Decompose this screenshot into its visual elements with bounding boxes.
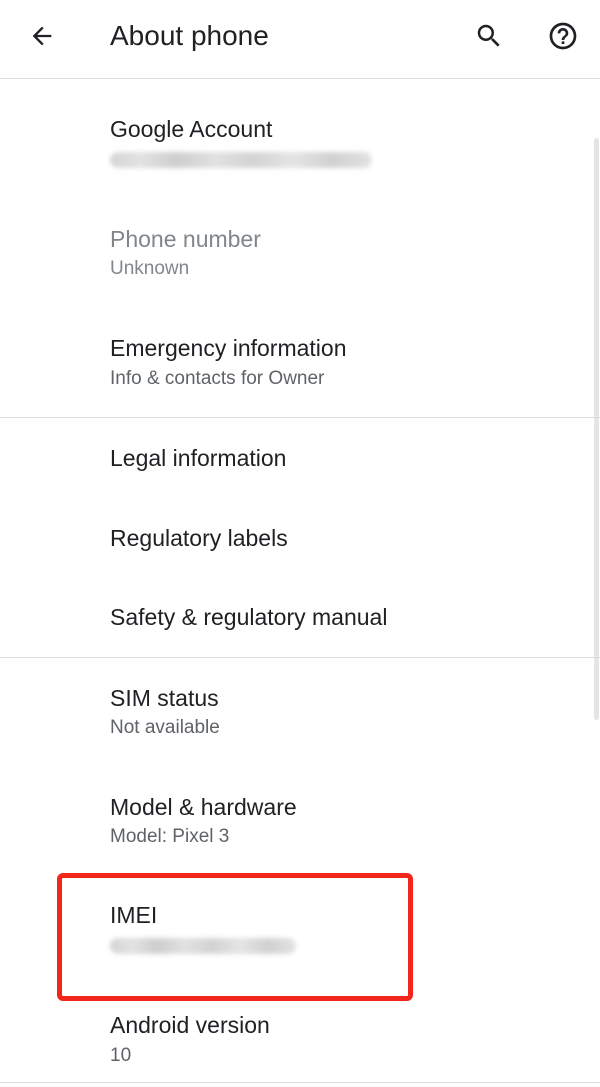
list-item-model-hardware[interactable]: Model & hardware Model: Pixel 3 — [0, 777, 600, 877]
list-item-title: Model & hardware — [110, 794, 297, 820]
help-circle-icon — [549, 22, 577, 50]
section-divider — [0, 657, 600, 658]
list-item-regulatory-labels[interactable]: Regulatory labels — [0, 508, 600, 578]
list-item-title: IMEI — [110, 902, 158, 928]
list-item-legal-information[interactable]: Legal information — [0, 428, 600, 498]
list-item-title: Emergency information — [110, 335, 347, 361]
list-item-summary: Unknown — [110, 258, 190, 279]
list-item-summary: Model: Pixel 3 — [110, 826, 230, 847]
list-item-title: Regulatory labels — [110, 525, 288, 551]
blurred-account-email — [110, 152, 372, 168]
help-button[interactable] — [539, 12, 587, 60]
blurred-imei-number — [110, 938, 296, 954]
list-item-summary: Not available — [110, 717, 220, 738]
list-item-title: SIM status — [110, 685, 219, 711]
list-item-summary: Info & contacts for Owner — [110, 368, 325, 389]
search-button[interactable] — [465, 12, 513, 60]
arrow-back-icon — [32, 26, 52, 46]
list-item-emergency-information[interactable]: Emergency information Info & contacts fo… — [0, 318, 600, 418]
list-item-title: Google Account — [110, 116, 273, 142]
list-item-google-account[interactable]: Google Account — [0, 98, 600, 198]
search-icon — [477, 24, 500, 47]
list-item-title: Android version — [110, 1012, 270, 1038]
top-app-bar: About phone — [0, 0, 600, 79]
list-item-summary: 10 — [110, 1045, 132, 1066]
list-item-imei[interactable]: IMEI — [0, 886, 600, 986]
list-item-android-version[interactable]: Android version 10 — [0, 996, 600, 1087]
list-item-title: Legal information — [110, 445, 287, 471]
list-item-title: Phone number — [110, 226, 261, 252]
back-button[interactable] — [18, 12, 66, 60]
list-item-safety-regulatory-manual[interactable]: Safety & regulatory manual — [0, 588, 600, 658]
list-item-sim-status[interactable]: SIM status Not available — [0, 668, 600, 768]
list-item-title: Safety & regulatory manual — [110, 604, 388, 630]
list-item-phone-number: Phone number Unknown — [0, 208, 600, 308]
section-divider — [0, 1082, 600, 1083]
section-divider — [0, 417, 600, 418]
about-phone-screen: About phone Google Account Phone number … — [0, 0, 600, 1087]
page-title: About phone — [110, 20, 269, 51]
